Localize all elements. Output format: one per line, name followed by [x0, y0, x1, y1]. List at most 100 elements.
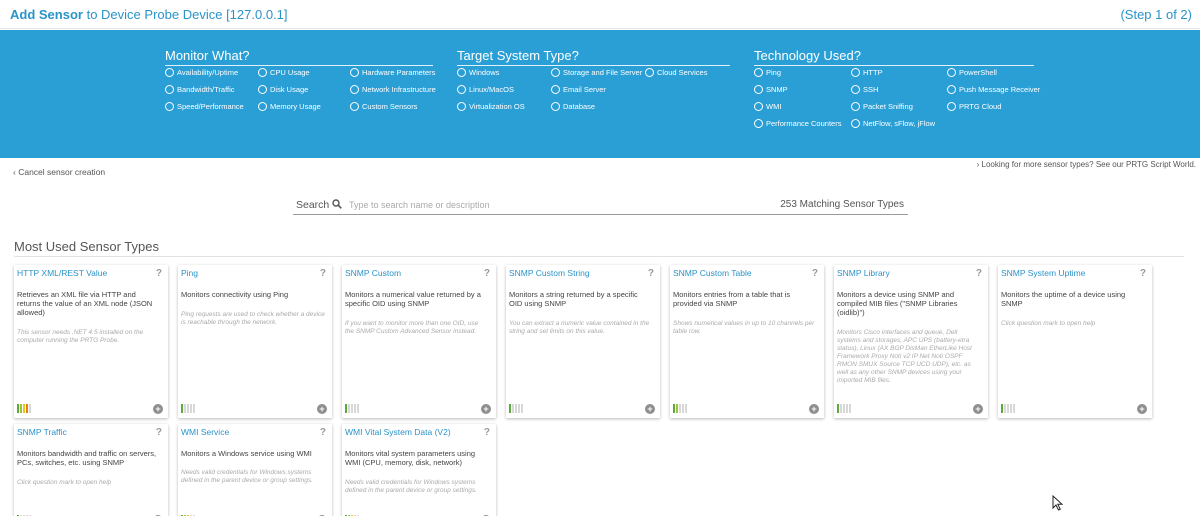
- filter-option[interactable]: HTTP: [851, 68, 883, 77]
- filter-option[interactable]: Virtualization OS: [457, 102, 525, 111]
- filter-option[interactable]: Ping: [754, 68, 781, 77]
- add-sensor-icon[interactable]: +: [317, 404, 327, 414]
- radio-icon[interactable]: [350, 102, 359, 111]
- filter-option[interactable]: Bandwidth/Traffic: [165, 85, 235, 94]
- radio-icon[interactable]: [551, 102, 560, 111]
- filter-option[interactable]: Email Server: [551, 85, 606, 94]
- radio-icon[interactable]: [165, 102, 174, 111]
- impact-segment: [512, 404, 514, 413]
- sensor-card[interactable]: SNMP Custom Table ? Monitors entries fro…: [670, 265, 824, 418]
- radio-icon[interactable]: [754, 85, 763, 94]
- filter-group-title: Technology Used?: [754, 48, 1034, 66]
- sensor-card-title[interactable]: SNMP Custom String: [509, 268, 590, 278]
- add-sensor-icon[interactable]: +: [645, 404, 655, 414]
- help-icon[interactable]: ?: [156, 427, 162, 438]
- sensor-card[interactable]: WMI Vital System Data (V2) ? Monitors vi…: [342, 424, 496, 516]
- sensor-card[interactable]: Ping ? Monitors connectivity using Ping …: [178, 265, 332, 418]
- radio-icon[interactable]: [851, 119, 860, 128]
- filter-option[interactable]: Push Message Receiver: [947, 85, 1040, 94]
- radio-icon[interactable]: [457, 102, 466, 111]
- radio-icon[interactable]: [258, 68, 267, 77]
- filter-option[interactable]: Availability/Uptime: [165, 68, 238, 77]
- sensor-card-title[interactable]: SNMP Custom: [345, 268, 401, 278]
- sensor-card-title[interactable]: HTTP XML/REST Value: [17, 268, 107, 278]
- sensor-card[interactable]: SNMP Custom String ? Monitors a string r…: [506, 265, 660, 418]
- filter-option[interactable]: Custom Sensors: [350, 102, 417, 111]
- filter-option[interactable]: Database: [551, 102, 595, 111]
- radio-icon[interactable]: [165, 85, 174, 94]
- help-icon[interactable]: ?: [976, 268, 982, 279]
- radio-icon[interactable]: [457, 85, 466, 94]
- filter-option[interactable]: CPU Usage: [258, 68, 310, 77]
- script-world-link[interactable]: › Looking for more sensor types? See our…: [977, 160, 1196, 169]
- filter-option[interactable]: SSH: [851, 85, 878, 94]
- sensor-card[interactable]: SNMP Custom ? Monitors a numerical value…: [342, 265, 496, 418]
- filter-option[interactable]: NetFlow, sFlow, jFlow: [851, 119, 935, 128]
- radio-icon[interactable]: [457, 68, 466, 77]
- radio-icon[interactable]: [551, 85, 560, 94]
- sensor-card-title[interactable]: WMI Service: [181, 427, 229, 437]
- impact-segment: [840, 404, 842, 413]
- sensor-card-title[interactable]: WMI Vital System Data (V2): [345, 427, 451, 437]
- help-icon[interactable]: ?: [484, 427, 490, 438]
- filter-option[interactable]: Packet Sniffing: [851, 102, 913, 111]
- sensor-card-title[interactable]: SNMP Custom Table: [673, 268, 752, 278]
- sensor-card-title[interactable]: SNMP System Uptime: [1001, 268, 1085, 278]
- radio-icon[interactable]: [851, 68, 860, 77]
- help-icon[interactable]: ?: [156, 268, 162, 279]
- filter-option[interactable]: Speed/Performance: [165, 102, 244, 111]
- sensor-card[interactable]: WMI Service ? Monitors a Windows service…: [178, 424, 332, 516]
- sensor-card[interactable]: HTTP XML/REST Value ? Retrieves an XML f…: [14, 265, 168, 418]
- cancel-sensor-creation-link[interactable]: ‹ Cancel sensor creation: [13, 167, 105, 177]
- filter-option[interactable]: Windows: [457, 68, 499, 77]
- filter-option[interactable]: PowerShell: [947, 68, 997, 77]
- sensor-card-note: This sensor needs .NET 4.5 installed on …: [17, 329, 144, 344]
- impact-segment: [518, 404, 520, 413]
- radio-icon[interactable]: [551, 68, 560, 77]
- add-sensor-icon[interactable]: +: [973, 404, 983, 414]
- filter-option[interactable]: Storage and File Server: [551, 68, 642, 77]
- impact-meter: [673, 404, 687, 413]
- sensor-card-title[interactable]: Ping: [181, 268, 198, 278]
- radio-icon[interactable]: [258, 102, 267, 111]
- help-icon[interactable]: ?: [812, 268, 818, 279]
- help-icon[interactable]: ?: [320, 268, 326, 279]
- radio-icon[interactable]: [165, 68, 174, 77]
- radio-icon[interactable]: [754, 102, 763, 111]
- help-icon[interactable]: ?: [648, 268, 654, 279]
- radio-icon[interactable]: [258, 85, 267, 94]
- radio-icon[interactable]: [350, 85, 359, 94]
- filter-option[interactable]: Disk Usage: [258, 85, 308, 94]
- sensor-card[interactable]: SNMP Traffic ? Monitors bandwidth and tr…: [14, 424, 168, 516]
- radio-icon[interactable]: [350, 68, 359, 77]
- radio-icon[interactable]: [645, 68, 654, 77]
- add-sensor-icon[interactable]: +: [481, 404, 491, 414]
- filter-option[interactable]: Cloud Services: [645, 68, 707, 77]
- sensor-card-title[interactable]: SNMP Traffic: [17, 427, 67, 437]
- radio-icon[interactable]: [754, 119, 763, 128]
- filter-option[interactable]: Network Infrastructure: [350, 85, 436, 94]
- filter-option[interactable]: SNMP: [754, 85, 788, 94]
- help-icon[interactable]: ?: [484, 268, 490, 279]
- add-sensor-icon[interactable]: +: [153, 404, 163, 414]
- radio-icon[interactable]: [947, 68, 956, 77]
- filter-option[interactable]: PRTG Cloud: [947, 102, 1001, 111]
- help-icon[interactable]: ?: [320, 427, 326, 438]
- help-icon[interactable]: ?: [1140, 268, 1146, 279]
- sensor-card-title[interactable]: SNMP Library: [837, 268, 890, 278]
- add-sensor-icon[interactable]: +: [1137, 404, 1147, 414]
- add-sensor-icon[interactable]: +: [809, 404, 819, 414]
- filter-option[interactable]: WMI: [754, 102, 781, 111]
- radio-icon[interactable]: [754, 68, 763, 77]
- radio-icon[interactable]: [851, 102, 860, 111]
- radio-icon[interactable]: [947, 102, 956, 111]
- filter-option[interactable]: Memory Usage: [258, 102, 321, 111]
- filter-option[interactable]: Performance Counters: [754, 119, 841, 128]
- sensor-card[interactable]: SNMP Library ? Monitors a device using S…: [834, 265, 988, 418]
- search-input[interactable]: [349, 198, 729, 212]
- filter-option[interactable]: Hardware Parameters: [350, 68, 435, 77]
- radio-icon[interactable]: [947, 85, 956, 94]
- radio-icon[interactable]: [851, 85, 860, 94]
- sensor-card[interactable]: SNMP System Uptime ? Monitors the uptime…: [998, 265, 1152, 418]
- filter-option[interactable]: Linux/MacOS: [457, 85, 514, 94]
